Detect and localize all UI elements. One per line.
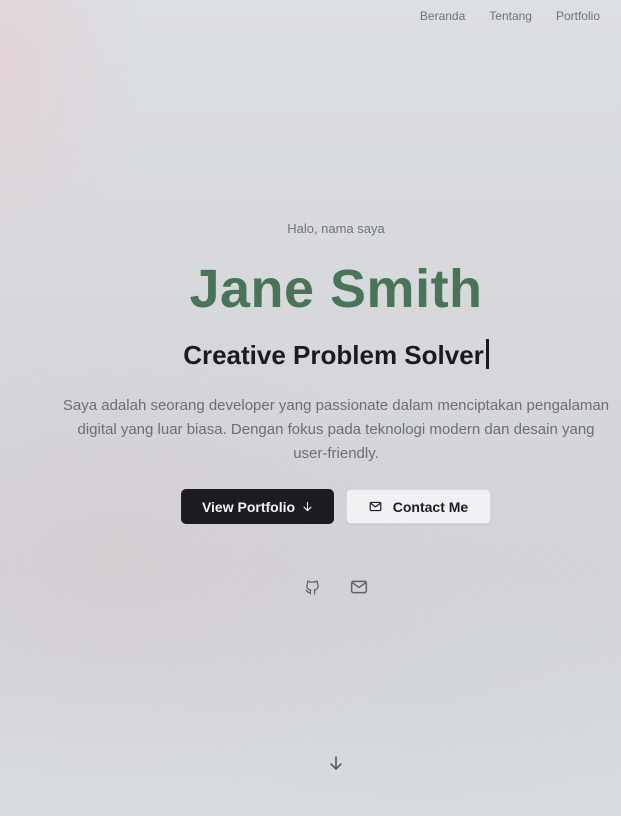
hero-greeting: Halo, nama saya bbox=[287, 221, 385, 236]
github-icon bbox=[304, 580, 319, 595]
arrow-down-icon bbox=[330, 756, 342, 770]
hero-name: Jane Smith bbox=[189, 259, 483, 319]
email-link[interactable] bbox=[350, 578, 368, 596]
nav-link-tentang[interactable]: Tentang bbox=[489, 9, 532, 23]
nav-link-portfolio[interactable]: Portfolio bbox=[556, 9, 600, 23]
view-portfolio-button[interactable]: View Portfolio bbox=[181, 489, 334, 524]
social-links bbox=[303, 578, 368, 596]
hero-description: Saya adalah seorang developer yang passi… bbox=[62, 397, 610, 462]
view-portfolio-label: View Portfolio bbox=[201, 498, 296, 515]
scroll-down-button[interactable] bbox=[328, 755, 344, 771]
typing-cursor bbox=[485, 339, 489, 369]
top-nav: Beranda Tentang Portfolio bbox=[420, 9, 600, 23]
hero-tagline: Creative Problem Solver bbox=[183, 340, 484, 370]
contact-me-label: Contact Me bbox=[392, 498, 469, 515]
contact-me-button[interactable]: Contact Me bbox=[346, 489, 491, 524]
mail-icon bbox=[369, 500, 382, 513]
github-link[interactable] bbox=[303, 578, 321, 596]
hero-tagline-wrap: Creative Problem Solver bbox=[0, 339, 621, 371]
mail-icon bbox=[350, 580, 368, 594]
arrow-down-icon bbox=[302, 501, 313, 512]
nav-link-beranda[interactable]: Beranda bbox=[420, 9, 465, 23]
